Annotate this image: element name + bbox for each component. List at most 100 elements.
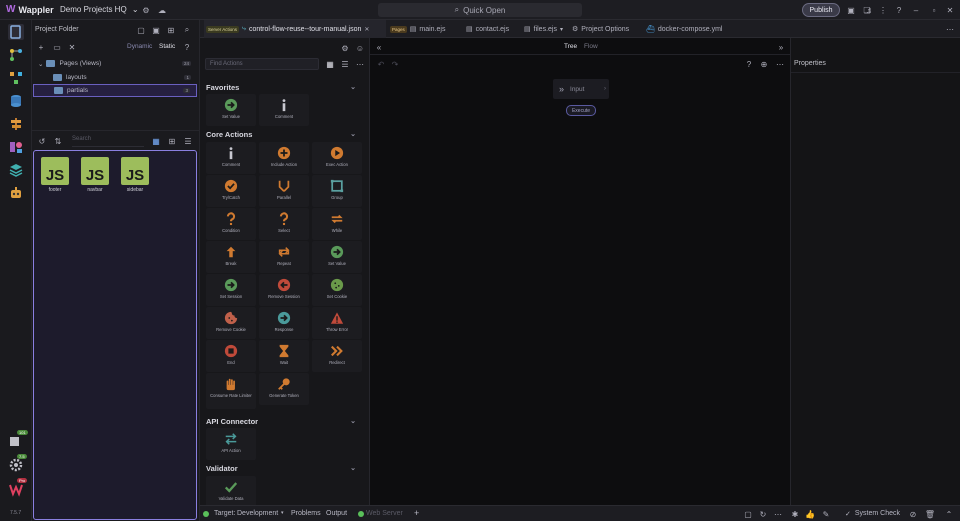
action-set-cookie[interactable]: Set Cookie <box>312 274 362 306</box>
section-validator[interactable]: Validator ⌄ <box>206 464 364 473</box>
action-end[interactable]: End <box>206 340 256 372</box>
edit-icon[interactable]: ✎ <box>821 509 831 519</box>
publish-button[interactable]: Publish <box>802 3 840 17</box>
target-selector[interactable]: Development <box>237 510 278 517</box>
help-icon[interactable]: ? <box>182 42 192 52</box>
cloud-sync-icon[interactable]: ☁ <box>157 5 167 15</box>
file-navbar[interactable]: JS navbar <box>81 157 109 193</box>
rail-api[interactable] <box>8 116 24 132</box>
action-api-action[interactable]: API Action <box>206 428 256 460</box>
tab-docker-compose[interactable]: ⛴ docker-compose.yml <box>646 20 722 38</box>
trash-icon[interactable]: 🗑 <box>925 509 935 519</box>
file-footer[interactable]: JS footer <box>41 157 69 193</box>
execute-button[interactable]: Execute <box>566 105 596 116</box>
action-consume-rate-limiter[interactable]: Consume Rate Limiter <box>206 373 256 409</box>
undo-icon[interactable]: ↶ <box>376 59 386 69</box>
rail-project-files[interactable] <box>8 24 24 40</box>
action-remove-session[interactable]: Remove Session <box>259 274 309 306</box>
add-step-icon[interactable]: ⊕ <box>759 59 769 69</box>
close-icon[interactable]: ✕ <box>364 26 369 33</box>
new-folder-icon[interactable]: ▭ <box>52 42 62 52</box>
file-search-input[interactable]: Search <box>72 136 144 147</box>
list-view-icon[interactable]: ☰ <box>340 59 350 69</box>
history-icon[interactable]: ↺ <box>37 136 47 146</box>
tree-item-partials[interactable]: partials 3 <box>33 84 197 97</box>
rail-extensions[interactable]: 101 <box>8 430 28 449</box>
square-icon[interactable]: ▢ <box>743 509 753 519</box>
file-sidebar[interactable]: JS sidebar <box>121 157 149 193</box>
bug-icon[interactable]: ✱ <box>790 509 800 519</box>
tab-contact-ejs[interactable]: ▤ contact.ejs <box>466 20 509 38</box>
add-icon[interactable]: + <box>414 508 419 518</box>
tab-project-options[interactable]: ⚙ Project Options <box>572 20 629 38</box>
layout-icon[interactable]: ▣ <box>846 5 856 15</box>
action-remove-cookie[interactable]: Remove Cookie <box>206 307 256 339</box>
view-flow[interactable]: Flow <box>584 43 598 50</box>
large-grid-icon[interactable]: ▦ <box>151 136 161 146</box>
rail-settings[interactable]: 7.5 <box>8 454 27 473</box>
collapse-left-icon[interactable]: « <box>374 42 384 52</box>
rail-layers[interactable] <box>8 162 24 178</box>
action-repeat[interactable]: Repeat <box>259 241 309 273</box>
image-icon[interactable]: ▣ <box>151 25 161 35</box>
flow-canvas[interactable]: « Tree Flow » ↶ ↷ ? ⊕ ⋯ » Input › Execut… <box>370 38 790 505</box>
api-icon[interactable]: ⚙ <box>340 43 350 53</box>
view-tree[interactable]: Tree <box>564 43 577 50</box>
grid-icon[interactable]: ⊞ <box>167 136 177 146</box>
action-redirect[interactable]: Redirect <box>312 340 362 372</box>
delete-icon[interactable]: ✕ <box>67 42 77 52</box>
rail-git[interactable] <box>8 47 24 63</box>
action-break[interactable]: Break <box>206 241 256 273</box>
action-select[interactable]: Select <box>259 208 309 240</box>
action-set-value-core[interactable]: Set Value <box>312 241 362 273</box>
action-while[interactable]: While <box>312 208 362 240</box>
output-tab[interactable]: Output <box>326 510 347 517</box>
no-sign-icon[interactable]: ⊘ <box>908 509 918 519</box>
tab-files-ejs[interactable]: ▤ files.ejs ▾ <box>524 20 563 38</box>
tab-server-action[interactable]: Server Actions ⤷ control-flow-reuse--tou… <box>204 20 386 38</box>
close-panel-icon[interactable]: » <box>776 42 786 52</box>
action-throw-error[interactable]: Throw Error <box>312 307 362 339</box>
more-icon[interactable]: ⋮ <box>878 5 888 15</box>
more-icon[interactable]: ⋯ <box>775 59 785 69</box>
rail-resources[interactable] <box>8 139 24 155</box>
tree-item-pages[interactable]: ⌄ Pages (Views) 24 <box>33 57 197 70</box>
action-wait[interactable]: Wait <box>259 340 309 372</box>
project-selector[interactable]: Demo Projects HQ ⌄ <box>60 5 139 14</box>
minimize-icon[interactable]: – <box>911 5 921 15</box>
help-icon[interactable]: ? <box>894 5 904 15</box>
section-favorites[interactable]: Favorites ⌄ <box>206 83 364 92</box>
redo-icon[interactable]: ↷ <box>390 59 400 69</box>
list-view-icon[interactable]: ☰ <box>183 136 193 146</box>
refresh-icon[interactable]: ↻ <box>758 509 768 519</box>
web-server-toggle[interactable]: Web Server <box>366 510 403 517</box>
system-check[interactable]: ✓ System Check <box>845 510 900 518</box>
rail-account[interactable]: Pro <box>8 478 28 497</box>
action-condition[interactable]: Condition <box>206 208 256 240</box>
toggle-static[interactable]: Static <box>159 43 175 50</box>
toggle-dynamic[interactable]: Dynamic <box>127 43 152 50</box>
grid-view-icon[interactable]: ▦ <box>325 59 335 69</box>
action-comment[interactable]: Comment <box>259 94 309 126</box>
more-icon[interactable]: ⋯ <box>945 24 955 34</box>
new-file-icon[interactable]: ▢ <box>136 25 146 35</box>
add-icon[interactable]: + <box>36 42 46 52</box>
more-icon[interactable]: ⋯ <box>773 509 783 519</box>
notification-icon[interactable]: ♫ <box>864 5 874 15</box>
quick-open-search[interactable]: ⌕ Quick Open <box>378 3 582 17</box>
close-icon[interactable]: ✕ <box>945 5 955 15</box>
action-include-action[interactable]: Include Action <box>259 142 309 174</box>
problems-tab[interactable]: Problems <box>291 510 321 517</box>
input-node[interactable]: » Input › <box>553 79 609 99</box>
chevron-up-icon[interactable]: ⌃ <box>944 509 954 519</box>
action-try-catch[interactable]: Try/Catch <box>206 175 256 207</box>
action-exec-action[interactable]: Exec Action <box>312 142 362 174</box>
action-set-value[interactable]: Set Value <box>206 94 256 126</box>
tab-main-ejs[interactable]: Pages ▤ main.ejs <box>390 20 445 38</box>
action-parallel[interactable]: Parallel <box>259 175 309 207</box>
action-validate-data[interactable]: Validate Data <box>206 476 256 508</box>
section-core-actions[interactable]: Core Actions ⌄ <box>206 130 364 139</box>
help-icon[interactable]: ? <box>744 59 754 69</box>
maximize-icon[interactable]: ▫ <box>929 5 939 15</box>
split-view-icon[interactable]: ⊞ <box>166 25 176 35</box>
